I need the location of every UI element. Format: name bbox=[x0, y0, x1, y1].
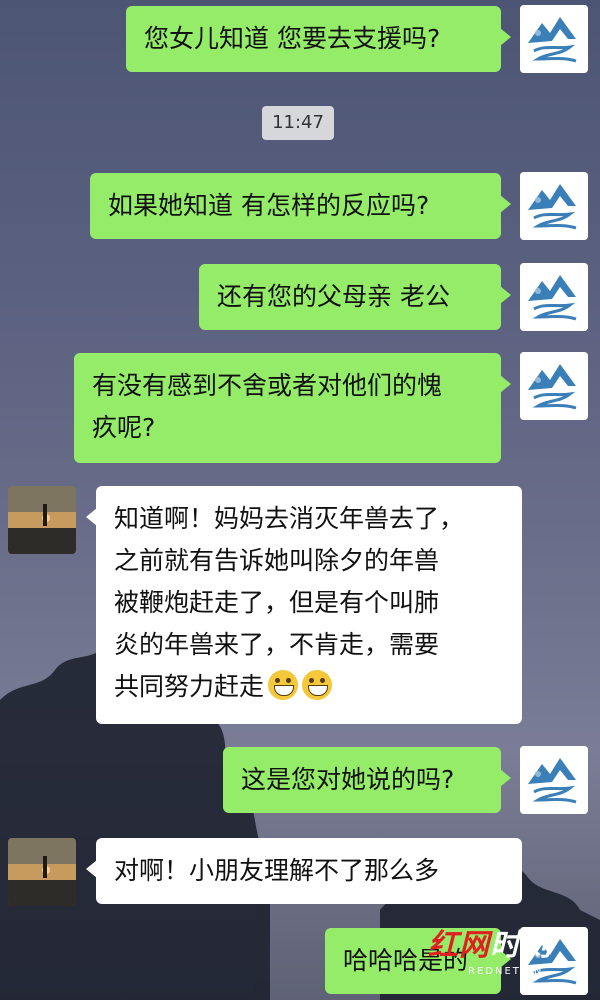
timestamp-label: 11:47 bbox=[262, 106, 334, 140]
message-text-line: 有没有感到不舍或者对他们的愧 bbox=[92, 371, 443, 400]
landscape-painting-icon bbox=[520, 746, 588, 814]
landscape-painting-icon bbox=[520, 5, 588, 73]
message-text: 还有您的父母亲 老公 bbox=[217, 282, 450, 311]
contact-avatar[interactable] bbox=[8, 486, 76, 554]
my-avatar[interactable] bbox=[520, 5, 588, 73]
watermark-url: REDNET.CN bbox=[468, 966, 544, 977]
landscape-painting-icon bbox=[520, 352, 588, 420]
my-message-bubble[interactable]: 还有您的父母亲 老公 bbox=[199, 264, 511, 330]
sunset-person-photo-icon bbox=[8, 838, 76, 906]
contact-message-bubble[interactable]: 知道啊！妈妈去消灭年兽去了， 之前就有告诉她叫除夕的年兽 被鞭炮赶走了，但是有个… bbox=[86, 486, 522, 724]
sunset-person-photo-icon bbox=[8, 486, 76, 554]
rednet-watermark-logo: 红网时刻 REDNET.CN bbox=[428, 920, 596, 990]
grinning-face-icon bbox=[302, 670, 333, 700]
contact-message-bubble[interactable]: 对啊！小朋友理解不了那么多 bbox=[86, 838, 522, 904]
message-text: 您女儿知道 您要去支援吗? bbox=[144, 24, 441, 53]
my-avatar[interactable] bbox=[520, 172, 588, 240]
my-message-bubble[interactable]: 有没有感到不舍或者对他们的愧 疚呢? bbox=[74, 353, 511, 463]
my-message-bubble[interactable]: 如果她知道 有怎样的反应吗? bbox=[90, 173, 511, 239]
my-message-bubble[interactable]: 这是您对她说的吗? bbox=[223, 747, 511, 813]
my-avatar[interactable] bbox=[520, 263, 588, 331]
my-message-bubble[interactable]: 您女儿知道 您要去支援吗? bbox=[126, 6, 511, 72]
contact-avatar[interactable] bbox=[8, 838, 76, 906]
landscape-painting-icon bbox=[520, 263, 588, 331]
landscape-painting-icon bbox=[520, 172, 588, 240]
message-text-line: 疚呢? bbox=[92, 413, 156, 442]
my-avatar[interactable] bbox=[520, 746, 588, 814]
message-text-line: 共同努力赶走 bbox=[114, 672, 265, 701]
message-text-line: 炎的年兽来了，不肯走，需要 bbox=[114, 630, 440, 659]
message-text-line: 知道啊！妈妈去消灭年兽去了， bbox=[114, 504, 465, 533]
watermark-brand: 红网时刻 bbox=[428, 920, 552, 964]
message-text: 如果她知道 有怎样的反应吗? bbox=[108, 191, 430, 220]
watermark-brand-white: 时刻 bbox=[490, 928, 552, 963]
grinning-face-icon bbox=[268, 670, 299, 700]
message-text: 这是您对她说的吗? bbox=[241, 765, 455, 794]
message-text: 对啊！小朋友理解不了那么多 bbox=[114, 856, 440, 885]
message-text-line: 被鞭炮赶走了，但是有个叫肺 bbox=[114, 588, 440, 617]
my-avatar[interactable] bbox=[520, 352, 588, 420]
message-text-line: 之前就有告诉她叫除夕的年兽 bbox=[114, 546, 440, 575]
watermark-brand-red: 红网 bbox=[428, 928, 490, 963]
